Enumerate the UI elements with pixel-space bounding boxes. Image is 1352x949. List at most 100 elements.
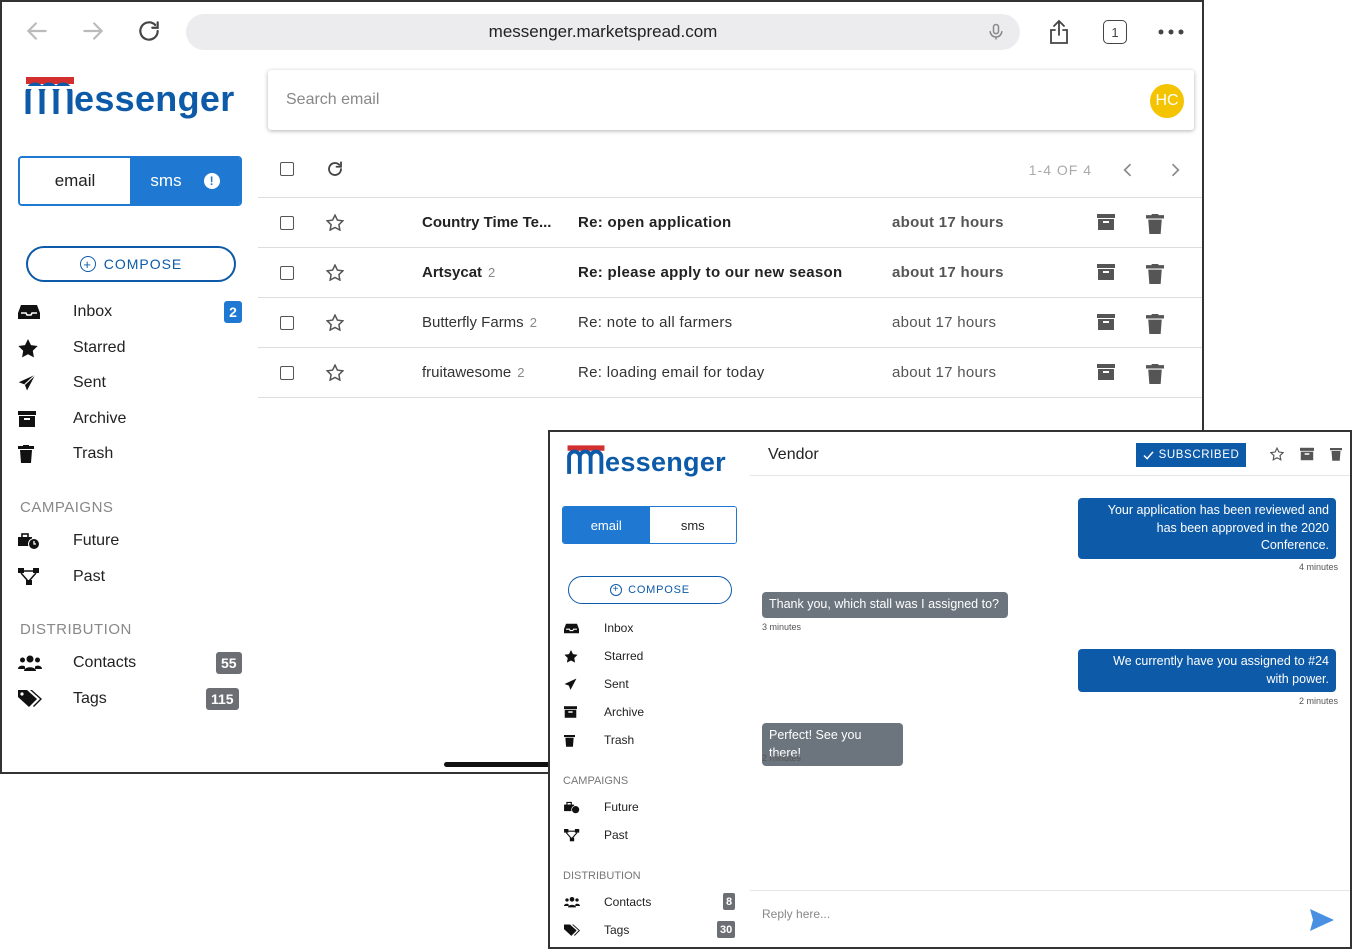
- sidebar-item-future[interactable]: Future: [18, 531, 119, 551]
- message-text-line: Thank you, which stall was I assigned to…: [769, 597, 999, 611]
- archive-icon[interactable]: [1097, 214, 1115, 232]
- row-checkbox[interactable]: [280, 316, 294, 330]
- reply-bar: Reply here...: [750, 890, 1350, 947]
- trash-icon[interactable]: [1146, 214, 1164, 235]
- distribution-heading: DISTRIBUTION: [20, 621, 132, 638]
- reload-button[interactable]: [134, 16, 164, 46]
- refresh-icon[interactable]: [326, 160, 344, 178]
- sidebar-item-past[interactable]: Past: [18, 567, 105, 587]
- sidebar-item-trash[interactable]: Trash: [18, 444, 113, 464]
- sidebar-item-tags[interactable]: Tags: [18, 689, 107, 709]
- row-checkbox[interactable]: [280, 266, 294, 280]
- toggle-email-label: email: [590, 517, 622, 533]
- star-outline-icon[interactable]: [325, 313, 345, 332]
- star-outline-icon[interactable]: [1270, 447, 1284, 461]
- sidebar-item-future[interactable]: Future: [564, 800, 639, 814]
- tags-icon: [564, 923, 580, 937]
- star-icon: [564, 649, 580, 663]
- row-checkbox[interactable]: [280, 366, 294, 380]
- email-row[interactable]: Country Time Te... Re: open application ab…: [258, 198, 1202, 248]
- trash-icon[interactable]: [1146, 264, 1164, 285]
- email-time: about 17 hours: [892, 214, 1004, 231]
- subscribed-button[interactable]: SUBSCRIBED: [1136, 443, 1246, 467]
- trash-icon[interactable]: [1146, 314, 1164, 335]
- incoming-message: Thank you, which stall was I assigned to…: [762, 592, 1008, 618]
- trash-icon[interactable]: [1146, 364, 1164, 385]
- messenger-logo-mark: [567, 445, 605, 474]
- sidebar-item-label: Starred: [73, 339, 126, 356]
- back-button[interactable]: [22, 16, 52, 46]
- prev-page-icon[interactable]: [1118, 160, 1138, 180]
- inbox-icon: [564, 621, 580, 635]
- toggle-sms[interactable]: sms !: [130, 158, 240, 204]
- star-outline-icon[interactable]: [325, 363, 345, 382]
- contacts-count-badge: 8: [723, 893, 736, 910]
- more-button[interactable]: [1157, 18, 1185, 46]
- past-icon: [564, 828, 580, 842]
- select-all-checkbox[interactable]: [280, 162, 294, 176]
- email-subject: Re: open application: [578, 214, 732, 231]
- archive-icon[interactable]: [1097, 314, 1115, 332]
- back-arrow-icon: [26, 22, 47, 40]
- sidebar-item-trash[interactable]: Trash: [564, 733, 634, 747]
- search-bar[interactable]: Search email HC: [268, 70, 1194, 130]
- sidebar-item-label: Starred: [604, 649, 644, 663]
- forward-button[interactable]: [78, 16, 108, 46]
- reply-input[interactable]: Reply here...: [762, 907, 830, 921]
- sidebar-item-label: Trash: [604, 733, 635, 747]
- sidebar-item-archive[interactable]: Archive: [564, 705, 644, 719]
- trash-icon: [564, 733, 580, 747]
- row-checkbox[interactable]: [280, 216, 294, 230]
- trash-icon[interactable]: [1330, 447, 1342, 461]
- star-outline-icon[interactable]: [325, 263, 345, 282]
- archive-icon[interactable]: [1097, 364, 1115, 382]
- sidebar-item-starred[interactable]: Starred: [564, 649, 643, 663]
- sidebar-item-past[interactable]: Past: [564, 828, 628, 842]
- sidebar-item-contacts[interactable]: Contacts: [18, 653, 136, 673]
- messenger-logo[interactable]: essenger: [566, 442, 726, 478]
- sidebar-item-archive[interactable]: Archive: [18, 409, 126, 429]
- archive-icon[interactable]: [1300, 447, 1314, 461]
- star-outline-icon[interactable]: [325, 213, 345, 232]
- email-time: about 17 hours: [892, 314, 997, 331]
- sidebar-item-starred[interactable]: Starred: [18, 338, 125, 358]
- sms-conversation-window: essenger email sms + COMPOSE Inbox Starr…: [548, 430, 1352, 949]
- toggle-sms[interactable]: sms: [649, 507, 736, 543]
- sidebar-item-sent[interactable]: Sent: [18, 373, 106, 393]
- toggle-email[interactable]: email: [563, 507, 650, 543]
- email-row[interactable]: fruitawesome 2 Re: loading email for today…: [258, 348, 1202, 398]
- email-list-toolbar: 1-4 OF 4: [258, 146, 1202, 198]
- avatar[interactable]: HC: [1150, 84, 1184, 118]
- browser-toolbar: messenger.marketspread.com 1: [2, 2, 1202, 62]
- share-button[interactable]: [1045, 18, 1073, 46]
- archive-icon[interactable]: [1097, 264, 1115, 282]
- search-input[interactable]: Search email: [286, 91, 379, 109]
- sidebar-item-sent[interactable]: Sent: [564, 677, 629, 691]
- trash-icon: [18, 444, 42, 464]
- email-row[interactable]: Artsycat 2 Re: please apply to our new sea…: [258, 248, 1202, 298]
- tabs-button[interactable]: 1: [1101, 18, 1129, 46]
- sidebar-item-label: Sent: [604, 677, 629, 691]
- sender-cell: Artsycat 2: [422, 264, 570, 281]
- toggle-sms-label: sms: [150, 171, 182, 190]
- next-page-icon[interactable]: [1165, 160, 1185, 180]
- sidebar-item-tags[interactable]: Tags: [564, 923, 629, 937]
- send-icon[interactable]: [1310, 909, 1334, 931]
- thread-count: 2: [517, 365, 525, 380]
- microphone-icon[interactable]: [986, 22, 1006, 42]
- email-subject: Re: note to all farmers: [578, 314, 733, 331]
- compose-button[interactable]: + COMPOSE: [26, 246, 236, 282]
- toggle-email[interactable]: email: [20, 158, 130, 204]
- email-row[interactable]: Butterfly Farms 2 Re: note to all farmers a…: [258, 298, 1202, 348]
- tab-count: 1: [1111, 24, 1119, 40]
- sidebar-item-label: Contacts: [73, 654, 137, 671]
- home-indicator: [444, 762, 554, 767]
- channel-toggle: email sms !: [18, 156, 242, 206]
- toggle-sms-label: sms: [680, 517, 705, 533]
- future-icon: [18, 531, 42, 551]
- sidebar-item-contacts[interactable]: Contacts: [564, 895, 651, 909]
- compose-button[interactable]: + COMPOSE: [568, 576, 732, 604]
- url-bar[interactable]: messenger.marketspread.com: [186, 14, 1020, 50]
- sidebar-item-inbox[interactable]: Inbox: [18, 302, 112, 322]
- sidebar-item-inbox[interactable]: Inbox: [564, 621, 633, 635]
